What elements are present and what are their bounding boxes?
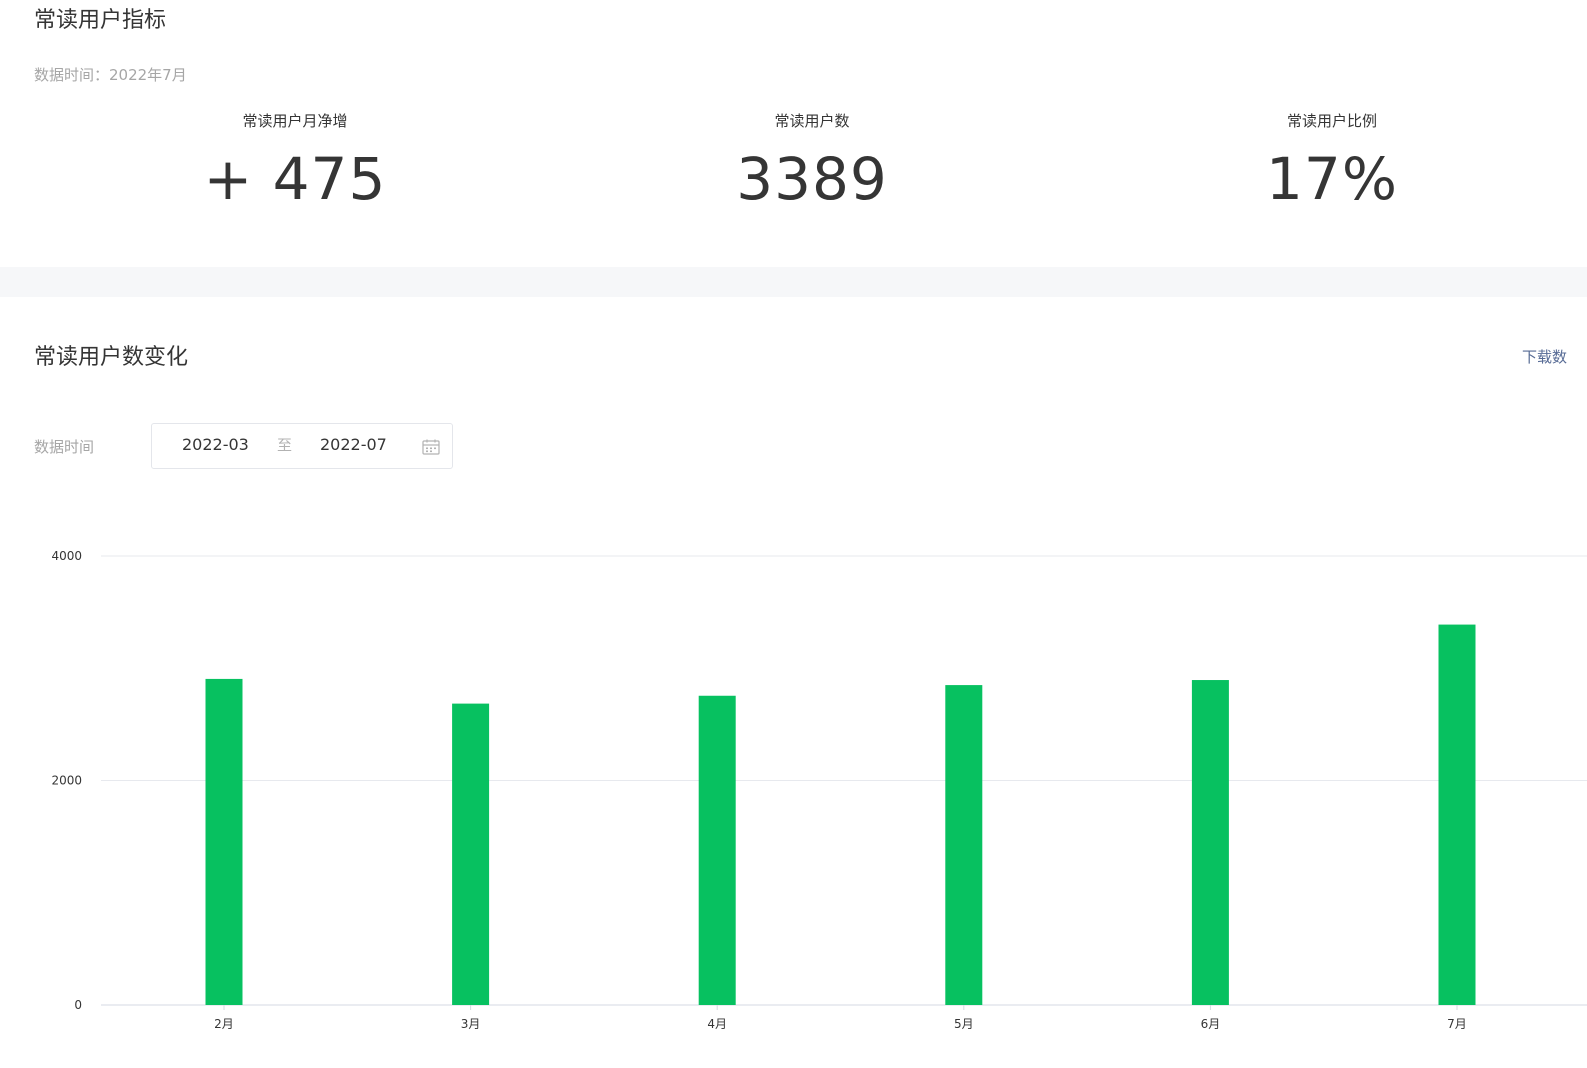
x-tick-label: 5月 <box>954 1017 974 1031</box>
metric-regular-readers: 常读用户数 3389 <box>612 112 1012 213</box>
metric-value: 3389 <box>736 145 888 213</box>
filter-date-label: 数据时间 <box>34 438 95 456</box>
x-tick-label: 2月 <box>214 1017 234 1031</box>
metric-value: 17% <box>1266 145 1398 213</box>
metric-label: 常读用户数 <box>774 112 850 130</box>
bar[interactable] <box>1191 680 1229 1005</box>
date-range-picker[interactable]: 2022-03 至 2022-07 <box>151 423 453 469</box>
date-range-separator: 至 <box>277 436 293 454</box>
section-divider <box>0 267 1587 297</box>
y-tick-label: 4000 <box>51 549 82 563</box>
bar[interactable] <box>945 685 983 1005</box>
metric-label: 常读用户比例 <box>1286 112 1377 130</box>
date-range-start[interactable]: 2022-03 <box>182 437 249 453</box>
y-tick-label: 0 <box>74 998 82 1012</box>
x-tick-label: 6月 <box>1201 1017 1221 1031</box>
page: 常读用户指标 数据时间：2022年7月 常读用户月净增 + 475 常读用户数 … <box>0 0 1587 1068</box>
bar[interactable] <box>452 703 490 1005</box>
metric-label: 常读用户月净增 <box>242 112 348 130</box>
readers-bar-chart: 0 2000 4000 2月 3月 4月 5月 6月 7月 <box>51 549 1587 1031</box>
download-data-link[interactable]: 下载数 <box>1522 350 1567 365</box>
bar[interactable] <box>1438 624 1476 1005</box>
x-tick-label: 3月 <box>461 1017 481 1031</box>
metric-ratio: 常读用户比例 17% <box>1132 112 1532 213</box>
metrics-section: 常读用户指标 数据时间：2022年7月 常读用户月净增 + 475 常读用户数 … <box>0 0 1587 267</box>
trend-section-title: 常读用户数变化 <box>34 345 189 370</box>
y-tick-label: 2000 <box>51 774 82 788</box>
bar[interactable] <box>698 695 736 1005</box>
metric-value: + 475 <box>203 145 387 213</box>
metrics-section-title: 常读用户指标 <box>34 8 167 33</box>
date-range-end[interactable]: 2022-07 <box>320 437 387 453</box>
x-tick-label: 7月 <box>1447 1017 1467 1031</box>
calendar-icon[interactable] <box>422 439 440 455</box>
metrics-data-time: 数据时间：2022年7月 <box>34 66 187 84</box>
bar[interactable] <box>205 678 243 1005</box>
metric-net-growth: 常读用户月净增 + 475 <box>95 112 495 213</box>
x-tick-label: 4月 <box>707 1017 727 1031</box>
